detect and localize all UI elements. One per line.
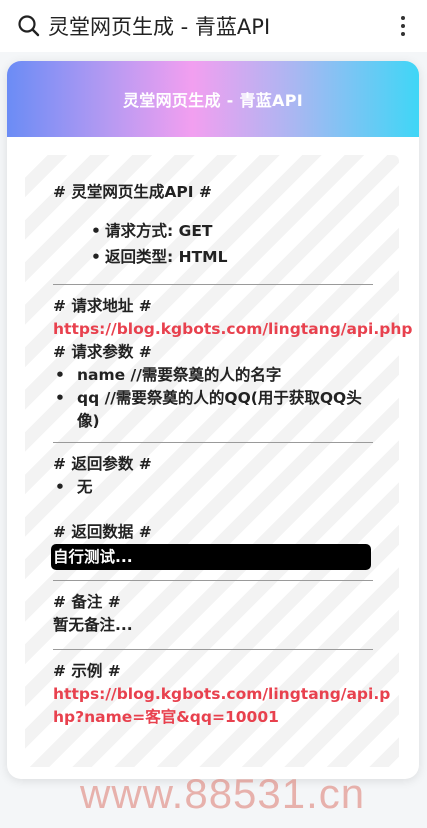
search-icon[interactable] xyxy=(16,13,42,39)
divider xyxy=(53,284,373,285)
divider xyxy=(53,580,373,581)
notes-text: 暂无备注... xyxy=(53,616,133,634)
return-data-heading: # 返回数据 # xyxy=(53,523,152,541)
more-vertical-icon[interactable] xyxy=(393,11,413,41)
api-section-title: # 灵堂网页生成API # xyxy=(53,183,212,201)
url-heading: # 请求地址 # xyxy=(53,297,152,315)
return-data-box: 自行测试... xyxy=(51,544,371,570)
request-method: 请求方式: GET xyxy=(91,218,399,244)
watermark-text: www.88531.cn xyxy=(80,770,366,817)
return-param-item: 无 xyxy=(53,476,399,499)
param-item: • qq //需要祭奠的人的QQ(用于获取QQ头像) xyxy=(53,387,373,433)
example-heading: # 示例 # xyxy=(53,662,121,680)
params-list: name //需要祭奠的人的名字 xyxy=(25,364,399,387)
card-header: 灵堂网页生成 - 青蓝API xyxy=(7,61,419,137)
api-info-list: 请求方式: GET 返回类型: HTML xyxy=(91,218,399,270)
divider xyxy=(53,442,373,443)
return-params-list: 无 xyxy=(53,476,399,499)
card-header-title: 灵堂网页生成 - 青蓝API xyxy=(122,91,304,110)
param-item: name //需要祭奠的人的名字 xyxy=(53,364,399,387)
return-type: 返回类型: HTML xyxy=(91,244,399,270)
request-url-link[interactable]: https://blog.kgbots.com/lingtang/api.php xyxy=(53,318,412,341)
notes-heading: # 备注 # xyxy=(53,593,121,611)
return-params-heading: # 返回参数 # xyxy=(53,455,152,473)
divider xyxy=(53,649,373,650)
param-item-text: qq //需要祭奠的人的QQ(用于获取QQ头像) xyxy=(77,389,362,430)
top-bar: 灵堂网页生成 - 青蓝API xyxy=(0,0,427,52)
api-card: 灵堂网页生成 - 青蓝API # 灵堂网页生成API # 请求方式: GET 返… xyxy=(7,61,419,779)
example-url-link[interactable]: https://blog.kgbots.com/lingtang/api.php… xyxy=(53,683,393,729)
page-title[interactable]: 灵堂网页生成 - 青蓝API xyxy=(48,11,393,41)
card-body: # 灵堂网页生成API # 请求方式: GET 返回类型: HTML # 请求地… xyxy=(25,155,412,767)
params-heading: # 请求参数 # xyxy=(53,343,152,361)
